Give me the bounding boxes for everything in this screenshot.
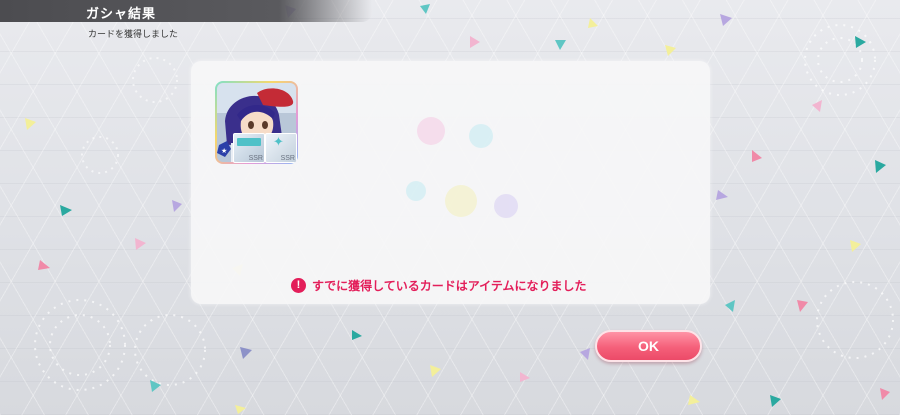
ssr-badge-2: ✦ SSR	[265, 133, 297, 163]
title-bar: ガシャ結果	[0, 0, 372, 22]
notice-text: すでに獲得しているカードはアイテムになりました	[312, 278, 587, 293]
star-icon: ✦	[273, 135, 284, 150]
page-subtitle: カードを獲得しました	[88, 30, 179, 40]
svg-text:★: ★	[221, 147, 227, 155]
gacha-card-result[interactable]: ★ SSR ✦ SSR	[215, 81, 298, 164]
page-title: ガシャ結果	[86, 7, 157, 22]
duplicate-notice: ! すでに獲得しているカードはアイテムになりました	[291, 276, 587, 294]
ssr-badge-label: SSR	[280, 155, 295, 162]
ok-button[interactable]: OK	[595, 330, 702, 362]
exclamation-icon: !	[291, 277, 306, 293]
ssr-badge-1: SSR	[233, 133, 265, 163]
ssr-badge-label: SSR	[248, 155, 263, 162]
